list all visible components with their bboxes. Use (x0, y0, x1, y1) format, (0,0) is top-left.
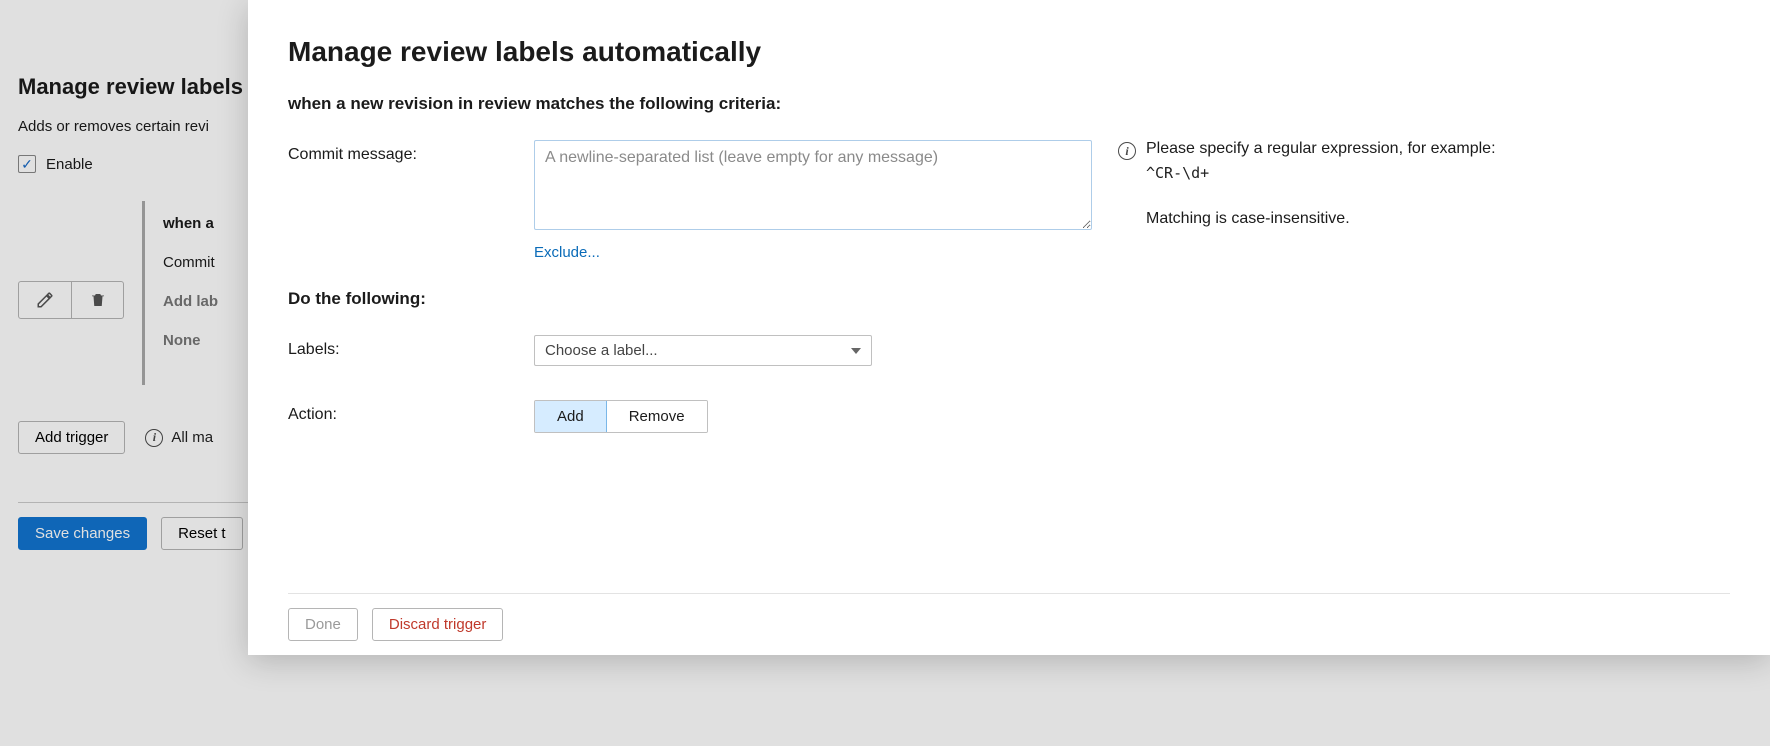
labels-row: Labels: Choose a label... (288, 335, 1730, 366)
modal-dialog: Manage review labels automatically when … (248, 0, 1770, 655)
commit-message-row: Commit message: Exclude... i Please spec… (288, 140, 1730, 261)
hint-line1: Please specify a regular expression, for… (1146, 140, 1496, 158)
commit-message-textarea[interactable] (534, 140, 1092, 230)
labels-select-placeholder: Choose a label... (545, 342, 658, 359)
action-add-button[interactable]: Add (534, 400, 607, 433)
labels-label: Labels: (288, 335, 508, 359)
hint-example: ^CR-\d+ (1146, 164, 1496, 182)
modal-footer: Done Discard trigger (288, 593, 1730, 655)
chevron-down-icon (851, 348, 861, 354)
criteria-heading: when a new revision in review matches th… (288, 94, 1730, 114)
labels-select[interactable]: Choose a label... (534, 335, 872, 366)
action-remove-button[interactable]: Remove (606, 401, 707, 432)
hint-column: i Please specify a regular expression, f… (1118, 140, 1730, 234)
do-heading: Do the following: (288, 289, 1730, 309)
done-button[interactable]: Done (288, 608, 358, 641)
info-icon: i (1118, 142, 1136, 160)
discard-trigger-button[interactable]: Discard trigger (372, 608, 504, 641)
commit-message-label: Commit message: (288, 140, 508, 164)
action-label: Action: (288, 400, 508, 424)
hint-line2: Matching is case-insensitive. (1146, 210, 1496, 228)
modal-title: Manage review labels automatically (288, 36, 1730, 68)
exclude-link[interactable]: Exclude... (534, 244, 600, 261)
action-segmented: Add Remove (534, 400, 708, 433)
action-row: Action: Add Remove (288, 400, 1730, 433)
